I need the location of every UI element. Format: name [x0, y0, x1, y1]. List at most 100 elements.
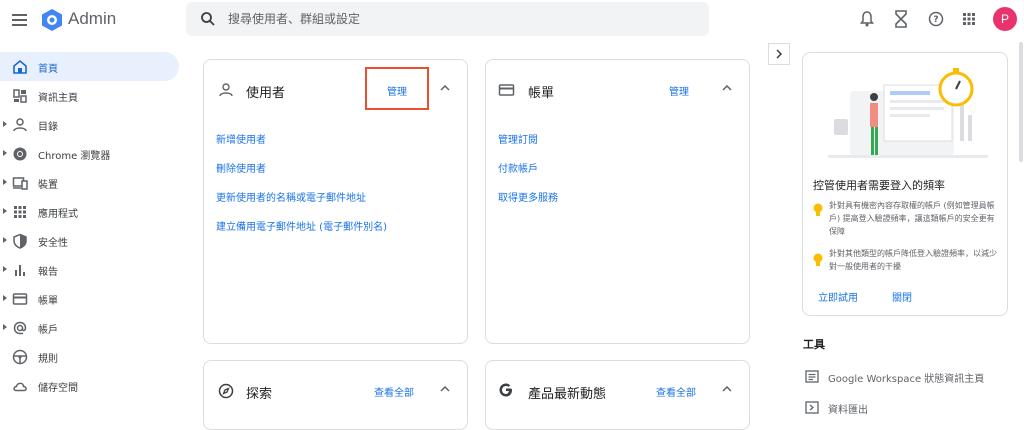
collapse-panel-button[interactable] — [768, 43, 790, 65]
sidebar-nav: 首頁 資訊主頁 目錄 Chrome 瀏覽器 裝置 應用程式 安全性 報告 帳單 … — [0, 52, 186, 400]
chevron-up-icon[interactable] — [440, 386, 450, 392]
sidebar-item-security[interactable]: 安全性 — [0, 226, 186, 255]
hamburger-menu-icon[interactable] — [10, 10, 30, 30]
google-g-icon — [499, 383, 512, 397]
sidebar-item-label: 應用程式 — [38, 209, 78, 220]
sidebar-item-account[interactable]: 帳戶 — [0, 313, 186, 342]
export-icon — [805, 401, 819, 414]
chevron-up-icon[interactable] — [722, 386, 732, 392]
promo-tip-text: 針對其他類型的帳戶降低登入驗證頻率，以減少對一般使用者的干擾 — [829, 249, 997, 271]
app-title[interactable]: Admin — [68, 9, 116, 29]
sidebar-item-rules[interactable]: 規則 — [0, 342, 186, 371]
chevron-right-icon — [776, 49, 783, 59]
cloud-icon — [13, 382, 27, 392]
status-dashboard-icon — [805, 370, 819, 383]
sidebar-item-directory[interactable]: 目錄 — [0, 110, 186, 139]
home-icon — [13, 59, 27, 74]
lightbulb-icon — [813, 203, 823, 216]
search-input[interactable] — [228, 2, 688, 36]
devices-icon — [12, 177, 28, 190]
explore-card-title: 探索 — [246, 387, 273, 402]
tool-item-label: 資料匯出 — [828, 405, 868, 416]
expand-caret-icon[interactable] — [3, 150, 7, 156]
payment-accounts-link[interactable]: 付款帳戶 — [498, 160, 538, 175]
chrome-icon — [13, 147, 27, 161]
expand-caret-icon[interactable] — [3, 324, 7, 330]
close-promo-button[interactable]: 關閉 — [892, 289, 912, 304]
manage-highlight-box — [365, 67, 429, 110]
chevron-up-icon[interactable] — [440, 85, 450, 91]
sidebar-item-label: 規則 — [38, 354, 58, 365]
delete-user-link[interactable]: 刪除使用者 — [216, 160, 266, 175]
sidebar-item-apps[interactable]: 應用程式 — [0, 197, 186, 226]
sidebar-item-label: 目錄 — [38, 122, 58, 133]
credit-card-icon — [498, 84, 515, 96]
admin-logo-icon[interactable] — [40, 8, 64, 32]
top-bar: Admin ? P — [0, 0, 1024, 40]
account-avatar[interactable]: P — [993, 7, 1017, 31]
sidebar-item-label: 裝置 — [38, 180, 58, 191]
billing-manage-button[interactable]: 管理 — [669, 83, 689, 98]
compass-icon — [218, 383, 234, 399]
chevron-up-icon[interactable] — [722, 85, 732, 91]
get-more-services-link[interactable]: 取得更多服務 — [498, 189, 558, 204]
try-now-button[interactable]: 立即試用 — [818, 289, 858, 304]
sign-in-frequency-promo-card: 控管使用者需要登入的頻率 針對具有機密內容存取權的帳戶 (例如管理員帳戶) 提高… — [802, 52, 1008, 316]
dashboard-icon — [13, 89, 27, 103]
person-icon — [13, 118, 27, 132]
billing-card-title: 帳單 — [528, 86, 555, 101]
expand-caret-icon[interactable] — [3, 237, 7, 243]
page-scrollbar[interactable] — [1019, 42, 1023, 162]
sidebar-item-home[interactable]: 首頁 — [0, 52, 179, 81]
notifications-bell-icon[interactable] — [859, 8, 875, 30]
person-icon — [219, 83, 233, 97]
create-alias-link[interactable]: 建立備用電子郵件地址 (電子郵件別名) — [216, 218, 387, 233]
explore-card: 探索 查看全部 — [203, 360, 468, 430]
lightbulb-icon — [813, 253, 823, 266]
product-updates-card: 產品最新動態 查看全部 — [485, 360, 750, 430]
promo-tip-text: 針對具有機密內容存取權的帳戶 (例如管理員帳戶) 提高登入驗證頻率，讓這類帳戶的… — [829, 201, 995, 236]
sidebar-item-billing[interactable]: 帳單 — [0, 284, 186, 313]
tool-item-label: Google Workspace 狀態資訊主頁 — [828, 374, 985, 385]
steering-icon — [12, 349, 28, 365]
sidebar-item-label: 帳戶 — [38, 325, 58, 336]
sidebar-item-label: Chrome 瀏覽器 — [38, 151, 111, 162]
sidebar-item-chrome[interactable]: Chrome 瀏覽器 — [0, 139, 186, 168]
sidebar-item-dashboard[interactable]: 資訊主頁 — [0, 81, 186, 110]
expand-caret-icon[interactable] — [3, 121, 7, 127]
sidebar-item-storage[interactable]: 儲存空間 — [0, 371, 186, 400]
sidebar-item-reports[interactable]: 報告 — [0, 255, 186, 284]
help-icon[interactable]: ? — [928, 8, 944, 30]
promo-title: 控管使用者需要登入的頻率 — [813, 179, 945, 192]
expand-caret-icon[interactable] — [3, 208, 7, 214]
apps-grid-icon — [14, 206, 26, 218]
updates-view-all-button[interactable]: 查看全部 — [656, 384, 696, 399]
sidebar-item-label: 首頁 — [38, 64, 58, 75]
sidebar-item-label: 安全性 — [38, 238, 68, 249]
tools-section-title: 工具 — [803, 338, 825, 351]
bar-chart-icon — [15, 265, 25, 276]
sidebar-item-label: 帳單 — [38, 296, 58, 307]
users-card-title: 使用者 — [246, 86, 286, 101]
sidebar-item-label: 報告 — [38, 267, 58, 278]
update-user-link[interactable]: 更新使用者的名稱或電子郵件地址 — [216, 189, 366, 204]
add-user-link[interactable]: 新增使用者 — [216, 131, 266, 146]
expand-caret-icon[interactable] — [3, 295, 7, 301]
billing-card: 帳單 管理 管理訂閱 付款帳戶 取得更多服務 — [485, 59, 750, 344]
sidebar-item-devices[interactable]: 裝置 — [0, 168, 186, 197]
sidebar-item-label: 資訊主頁 — [38, 93, 78, 104]
expand-caret-icon[interactable] — [3, 266, 7, 272]
search-bar[interactable] — [186, 2, 709, 36]
explore-view-all-button[interactable]: 查看全部 — [374, 384, 414, 399]
manage-subscriptions-link[interactable]: 管理訂閱 — [498, 131, 538, 146]
at-icon — [13, 321, 27, 335]
credit-card-icon — [12, 293, 28, 305]
search-icon[interactable] — [200, 11, 216, 27]
shield-icon — [13, 233, 27, 249]
expand-caret-icon[interactable] — [3, 179, 7, 185]
illustration-image — [828, 68, 988, 158]
svg-text:?: ? — [933, 15, 938, 25]
apps-launcher-icon[interactable] — [962, 8, 976, 30]
hourglass-tasks-icon[interactable] — [894, 8, 908, 30]
sidebar-item-label: 儲存空間 — [38, 383, 78, 394]
